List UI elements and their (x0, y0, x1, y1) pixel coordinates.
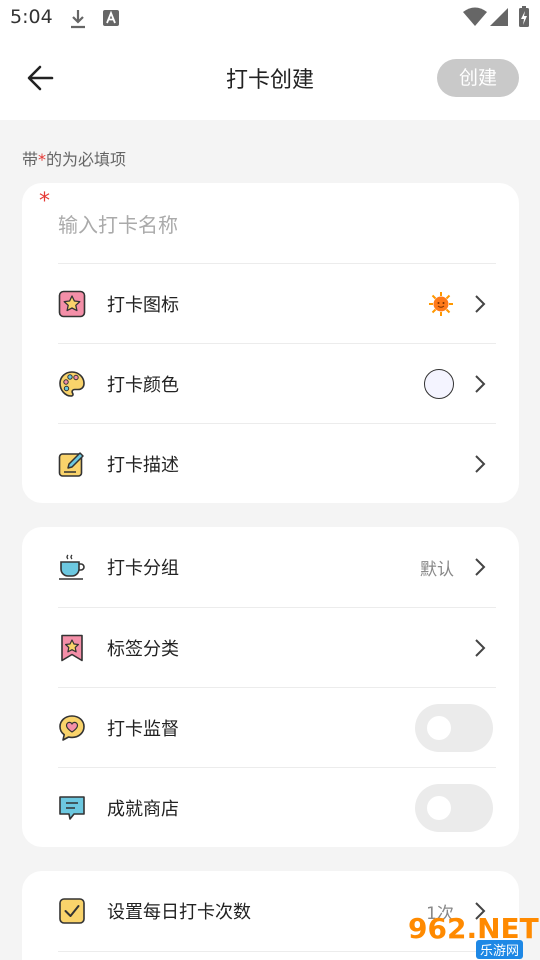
text-a-icon (103, 10, 119, 26)
row-checkin-supervision: 打卡监督 (58, 687, 496, 767)
color-swatch (424, 369, 454, 399)
row-label: 设置每日打卡次数 (107, 902, 251, 923)
battery-charging-icon (519, 6, 529, 27)
settings-card: 打卡分组 默认 标签分类 打卡监督 成就商店 (22, 527, 519, 847)
sun-face-icon (429, 292, 453, 316)
row-label: 打卡图标 (107, 295, 179, 316)
create-button[interactable]: 创建 (437, 59, 519, 97)
hint-prefix: 带 (22, 150, 39, 169)
site-watermark: 962.NET 乐游网 (400, 912, 539, 959)
row-checkin-icon[interactable]: 打卡图标 (58, 263, 496, 343)
row-label: 打卡描述 (107, 455, 179, 476)
hint-star: * (38, 150, 47, 169)
download-icon (71, 10, 85, 29)
row-label: 打卡监督 (107, 719, 179, 740)
chevron-right-icon (475, 375, 486, 393)
message-bubble-icon (59, 796, 85, 820)
row-checkin-description[interactable]: 打卡描述 (58, 423, 496, 503)
chevron-right-icon (475, 295, 486, 313)
status-bar: 5:04 (0, 0, 540, 36)
heart-bubble-icon (59, 715, 85, 741)
row-tag-category[interactable]: 标签分类 (58, 607, 496, 687)
row-label: 标签分类 (107, 639, 179, 660)
hint-suffix: 的为必填项 (46, 150, 127, 169)
wifi-icon (463, 7, 487, 26)
basic-info-card: * 打卡图标 打卡颜色 (22, 183, 519, 503)
cup-icon (59, 554, 85, 580)
row-checkin-group[interactable]: 打卡分组 默认 (58, 527, 496, 607)
star-frame-icon (58, 290, 86, 318)
palette-icon (59, 371, 85, 397)
supervision-toggle[interactable] (415, 704, 493, 752)
row-value: 默认 (420, 560, 454, 580)
watermark-site-name: 乐游网 (476, 940, 524, 959)
toggle-knob (427, 796, 451, 820)
achievement-store-toggle[interactable] (415, 784, 493, 832)
required-star: * (39, 189, 50, 214)
row-checkin-color[interactable]: 打卡颜色 (58, 343, 496, 423)
toggle-knob (427, 716, 451, 740)
required-hint: 带*的为必填项 (22, 146, 126, 170)
signal-icon (490, 8, 508, 26)
row-achievement-store: 成就商店 (58, 767, 496, 847)
checkbox-icon (59, 898, 85, 924)
edit-note-icon (58, 452, 84, 477)
row-label: 成就商店 (107, 799, 179, 820)
chevron-right-icon (475, 639, 486, 657)
row-label: 打卡颜色 (107, 375, 179, 396)
app-header: 打卡创建 创建 (0, 36, 540, 120)
bookmark-star-icon (61, 634, 83, 662)
status-time: 5:04 (10, 6, 53, 28)
row-label: 打卡分组 (107, 558, 179, 579)
chevron-right-icon (475, 558, 486, 576)
chevron-right-icon (475, 455, 486, 473)
checkin-name-input[interactable] (58, 203, 498, 247)
